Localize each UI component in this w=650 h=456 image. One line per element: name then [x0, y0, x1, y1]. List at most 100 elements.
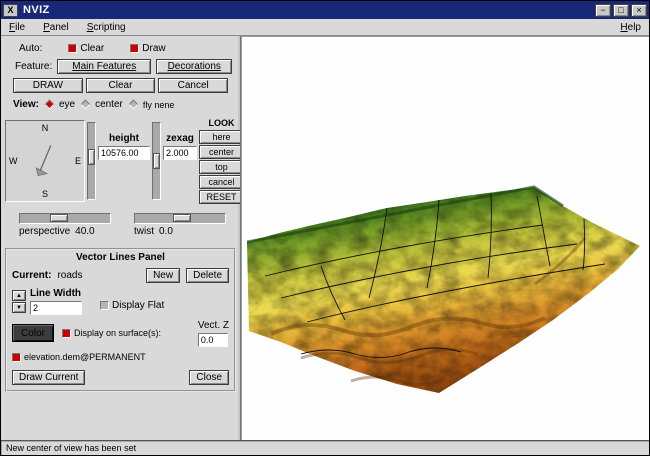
main-features-menubutton[interactable]: Main Features: [57, 59, 152, 74]
up-arrow-icon: ▲: [16, 292, 22, 299]
checkbox-indicator: [68, 43, 78, 53]
close-button[interactable]: ×: [631, 3, 647, 17]
menu-file[interactable]: File: [7, 21, 27, 34]
surface-checkbox[interactable]: elevation.dem@PERMANENT: [12, 352, 146, 362]
down-arrow-icon: ▼: [16, 304, 22, 311]
vect-z-label: Vect. Z: [197, 320, 229, 331]
close-panel-button[interactable]: Close: [189, 370, 229, 385]
auto-draw-label: Draw: [142, 42, 166, 54]
surface-list-row: elevation.dem@PERMANENT: [12, 352, 229, 362]
zexag-label: zexag: [166, 133, 194, 144]
menubar: File Panel Scripting Help: [1, 19, 649, 36]
navigation-block: N S W E height 10576.00 zexag 2.000 LOOK…: [5, 117, 240, 204]
auto-row: Auto: Clear Draw: [5, 40, 236, 56]
height-label: height: [109, 133, 139, 144]
height-input[interactable]: [98, 146, 150, 160]
decorations-menubutton[interactable]: Decorations: [156, 59, 233, 74]
vect-z-input[interactable]: [197, 333, 228, 347]
new-vector-button[interactable]: New: [146, 268, 181, 283]
display-on-surface-label: Display on surface(s):: [74, 328, 162, 338]
minimize-button[interactable]: −: [595, 3, 611, 17]
surface-name-label: elevation.dem@PERMANENT: [24, 352, 146, 362]
view-center-radio[interactable]: center: [80, 99, 123, 110]
auto-draw-checkbox[interactable]: Draw: [130, 42, 166, 54]
twist-group: twist 0.0: [134, 213, 226, 237]
draw-button[interactable]: DRAW: [13, 78, 83, 93]
main-content: Auto: Clear Draw Feature: Main Features …: [1, 36, 649, 440]
render-canvas[interactable]: [241, 36, 649, 440]
nviz-window: X NVIZ − □ × File Panel Scripting Help A…: [0, 0, 650, 456]
view-fly-radio[interactable]: fly nene: [128, 99, 174, 110]
height-group: height: [98, 133, 150, 160]
line-width-row: ▲ ▼ Line Width Display Flat: [12, 288, 229, 315]
draw-current-button[interactable]: Draw Current: [12, 370, 86, 385]
checkbox-indicator: [130, 43, 140, 53]
current-vector-name: roads: [57, 270, 83, 281]
spin-down-button[interactable]: ▼: [12, 302, 26, 313]
terrain-surface: [246, 185, 640, 393]
look-label: LOOK: [208, 118, 235, 128]
view-eye-radio[interactable]: eye: [44, 99, 76, 110]
view-position-pad[interactable]: N S W E: [5, 119, 85, 202]
display-flat-label: Display Flat: [112, 300, 165, 311]
scale-row: perspective 40.0 twist 0.0: [5, 213, 236, 237]
checkbox-indicator: [62, 328, 71, 338]
twist-slider-handle[interactable]: [173, 214, 191, 222]
view-center-label: center: [95, 99, 123, 110]
radio-indicator: [44, 99, 55, 110]
look-center-button[interactable]: center: [199, 145, 240, 159]
feature-row: Feature: Main Features Decorations: [5, 59, 236, 74]
compass-needle-icon: [35, 144, 52, 176]
vect-z-group: Vect. Z: [197, 320, 229, 347]
height-slider[interactable]: [87, 121, 96, 200]
color-row: Color Display on surface(s): Vect. Z: [12, 320, 229, 347]
line-width-label: Line Width: [30, 288, 82, 299]
perspective-value: 40.0: [75, 226, 95, 237]
reset-button[interactable]: RESET: [199, 190, 240, 204]
perspective-group: perspective 40.0: [19, 213, 111, 237]
look-panel: LOOK here center top cancel RESET: [199, 117, 240, 204]
color-button[interactable]: Color: [12, 324, 54, 342]
vector-lines-panel: Vector Lines Panel Current: roads New De…: [5, 248, 236, 392]
vector-panel-title: Vector Lines Panel: [76, 252, 165, 263]
look-here-button[interactable]: here: [199, 130, 240, 144]
checkbox-indicator: [12, 352, 21, 362]
auto-clear-checkbox[interactable]: Clear: [68, 43, 104, 54]
zexag-group: zexag: [163, 133, 197, 160]
display-flat-checkbox[interactable]: Display Flat: [100, 300, 164, 311]
feature-label: Feature:: [15, 61, 53, 72]
zexag-slider-handle[interactable]: [153, 152, 160, 169]
view-eye-label: eye: [58, 99, 76, 110]
radio-indicator: [128, 99, 139, 110]
perspective-slider[interactable]: [19, 213, 111, 224]
action-row: DRAW Clear Cancel: [5, 77, 236, 94]
window-menu-icon[interactable]: X: [3, 3, 18, 17]
menu-scripting[interactable]: Scripting: [85, 21, 128, 34]
zexag-slider[interactable]: [152, 121, 161, 200]
view-label: View:: [13, 99, 39, 110]
look-cancel-button[interactable]: cancel: [199, 175, 240, 189]
zexag-input[interactable]: [163, 146, 197, 160]
terrain-render: [246, 185, 640, 393]
spin-up-button[interactable]: ▲: [12, 290, 26, 301]
control-panel: Auto: Clear Draw Feature: Main Features …: [1, 36, 241, 440]
twist-value: 0.0: [159, 226, 173, 237]
clear-button[interactable]: Clear: [85, 78, 156, 93]
status-message: New center of view has been set: [6, 443, 137, 453]
cancel-button[interactable]: Cancel: [158, 78, 229, 93]
twist-slider[interactable]: [134, 213, 226, 224]
menu-help[interactable]: Help: [618, 21, 643, 34]
line-width-input[interactable]: [30, 301, 82, 315]
auto-label: Auto:: [19, 42, 43, 54]
perspective-slider-handle[interactable]: [50, 214, 68, 222]
display-on-surface-checkbox[interactable]: Display on surface(s):: [62, 328, 161, 338]
auto-clear-label: Clear: [80, 42, 105, 54]
perspective-label: perspective: [19, 226, 71, 237]
look-top-button[interactable]: top: [199, 160, 240, 174]
maximize-button[interactable]: □: [613, 3, 629, 17]
titlebar[interactable]: X NVIZ − □ ×: [1, 1, 649, 19]
menu-panel[interactable]: Panel: [41, 21, 71, 34]
delete-vector-button[interactable]: Delete: [186, 268, 229, 283]
height-slider-handle[interactable]: [88, 148, 95, 165]
window-title: NVIZ: [23, 4, 50, 16]
